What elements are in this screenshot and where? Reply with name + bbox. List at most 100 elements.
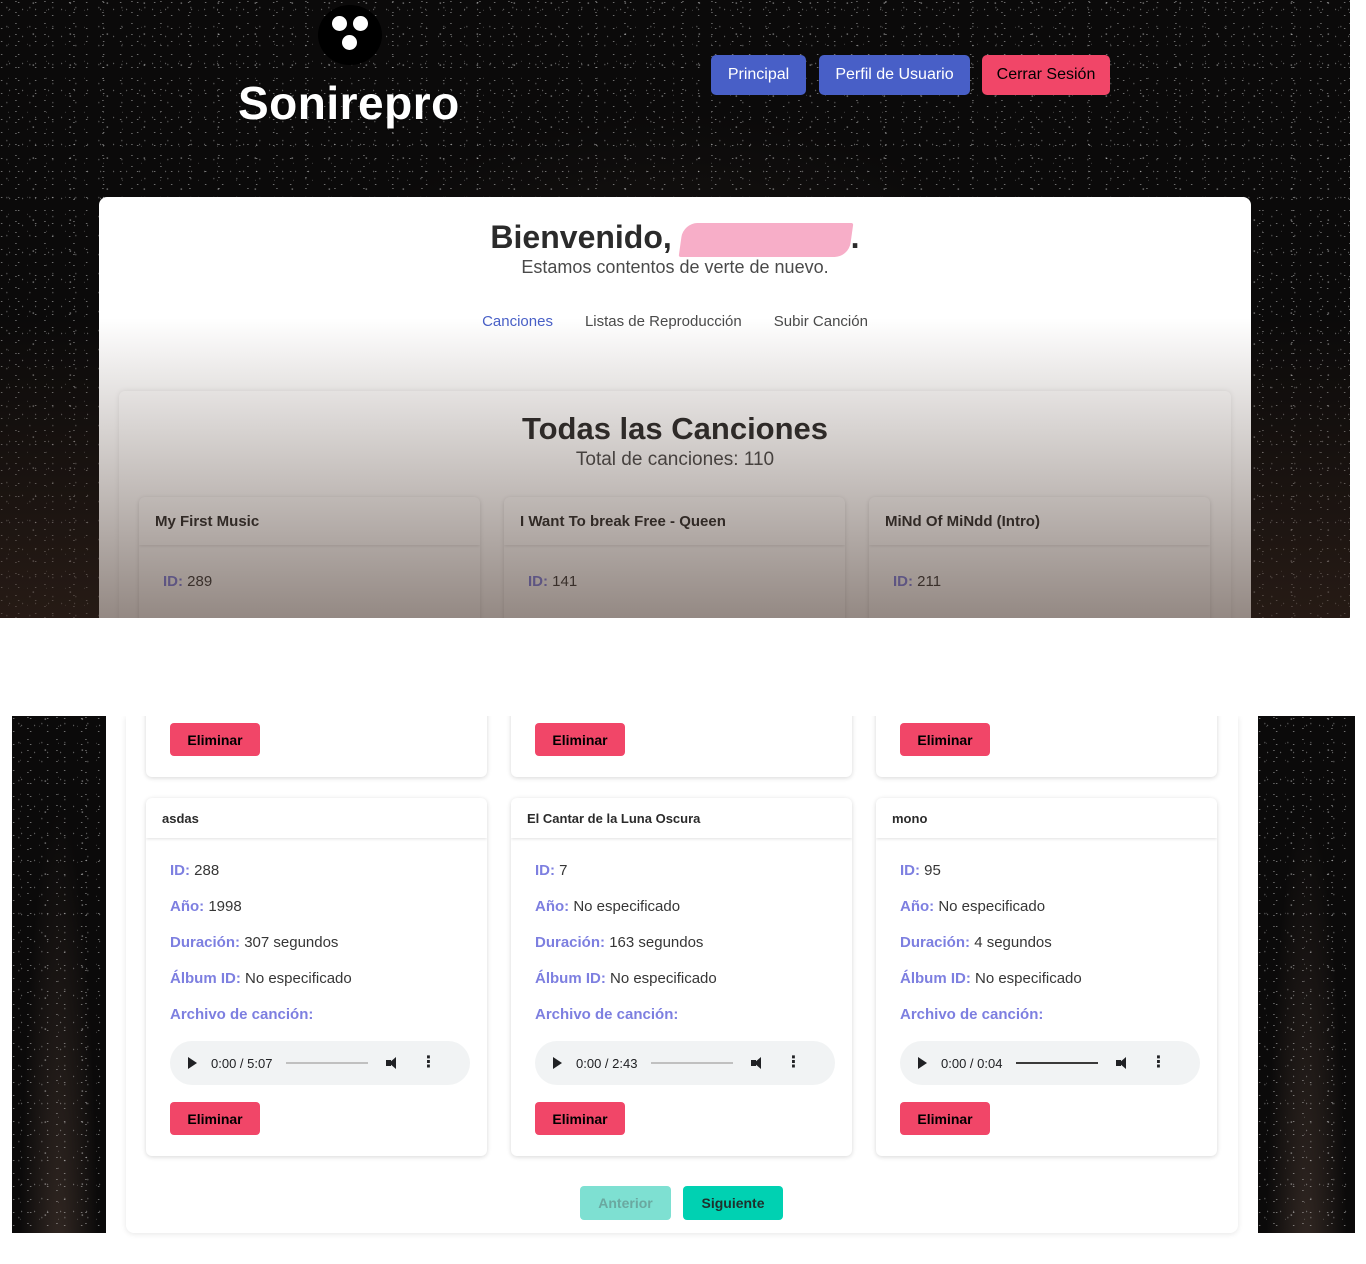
song-card: MiNd Of MiNdd (Intro) ID: 211	[869, 497, 1210, 618]
brand-title: Sonirepro	[238, 77, 460, 129]
songs-title: Todas las Canciones	[521, 411, 829, 446]
delete-button[interactable]: Eliminar	[900, 1102, 990, 1135]
song-duration-field: Duración: 307 segundos	[170, 934, 338, 951]
home-button[interactable]: Principal	[711, 55, 806, 95]
song-id-field: ID: 7	[535, 862, 568, 879]
song-file-field: Archivo de canción:	[900, 1006, 1043, 1023]
audio-player[interactable]: 0:00 / 2:43 ⋮	[535, 1041, 835, 1085]
song-card: mono ID: 95 Año: No especificado Duració…	[876, 798, 1217, 1156]
song-id-field: ID: 95	[900, 862, 941, 879]
welcome-heading: Bienvenido, .	[99, 219, 1251, 257]
song-title: MiNd Of MiNdd (Intro)	[869, 497, 1210, 545]
player-time: 0:00 / 5:07	[211, 1055, 273, 1071]
song-card: My First Music ID: 289	[139, 497, 480, 618]
song-duration-value: 163 segundos	[609, 934, 704, 951]
song-year-field: Año: No especificado	[535, 898, 680, 915]
song-id-field: ID: 211	[893, 573, 941, 590]
tab-upload-song[interactable]: Subir Canción	[758, 313, 884, 330]
duration-label: Duración:	[535, 934, 606, 951]
volume-icon[interactable]	[1116, 1057, 1130, 1069]
song-card: asdas ID: 288 Año: 1998 Duración: 307 se…	[146, 798, 487, 1156]
seek-bar[interactable]	[1016, 1062, 1099, 1064]
album-label: Álbum ID:	[900, 970, 971, 987]
welcome-subtitle: Estamos contentos de verte de nuevo.	[521, 257, 829, 277]
album-label: Álbum ID:	[170, 970, 241, 987]
song-album-value: No especificado	[610, 970, 717, 987]
song-file-field: Archivo de canción:	[170, 1006, 313, 1023]
file-label: Archivo de canción:	[535, 1006, 679, 1023]
side-background-photo-right	[1258, 716, 1355, 1233]
play-icon[interactable]	[188, 1057, 197, 1069]
song-year-field: Año: No especificado	[900, 898, 1045, 915]
id-label: ID:	[900, 862, 920, 879]
logout-button[interactable]: Cerrar Sesión	[982, 55, 1110, 95]
songs-panel: Todas las Canciones Total de canciones: …	[119, 391, 1231, 618]
file-label: Archivo de canción:	[170, 1006, 314, 1023]
id-label: ID:	[528, 573, 548, 590]
song-id-value: 211	[917, 573, 942, 590]
delete-button[interactable]: Eliminar	[535, 1102, 625, 1135]
year-label: Año:	[535, 898, 570, 915]
more-options-icon[interactable]: ⋮	[1150, 1055, 1166, 1071]
id-label: ID:	[163, 573, 183, 590]
seek-bar[interactable]	[286, 1062, 369, 1064]
duration-label: Duración:	[170, 934, 241, 951]
song-year-value: No especificado	[573, 898, 681, 915]
audio-player[interactable]: 0:00 / 5:07 ⋮	[170, 1041, 470, 1085]
more-options-icon[interactable]: ⋮	[785, 1055, 801, 1071]
play-icon[interactable]	[918, 1057, 927, 1069]
song-card: El Cantar de la Luna Oscura ID: 7 Año: N…	[511, 798, 852, 1156]
header-background-photo: Sonirepro Principal Perfil de Usuario Ce…	[0, 0, 1350, 618]
duration-label: Duración:	[900, 934, 971, 951]
welcome-greeting: Bienvenido,	[490, 219, 672, 255]
screen-gap	[0, 618, 1366, 716]
id-label: ID:	[893, 573, 913, 590]
song-year-value: 1998	[208, 898, 242, 915]
song-id-value: 7	[559, 862, 568, 879]
song-title: My First Music	[139, 497, 480, 545]
song-album-field: Álbum ID: No especificado	[900, 970, 1082, 987]
delete-button[interactable]: Eliminar	[170, 1102, 260, 1135]
song-album-field: Álbum ID: No especificado	[535, 970, 717, 987]
song-title: I Want To break Free - Queen	[504, 497, 845, 545]
top-nav: Principal Perfil de Usuario Cerrar Sesió…	[711, 55, 1110, 95]
volume-icon[interactable]	[386, 1057, 400, 1069]
seek-bar[interactable]	[651, 1062, 734, 1064]
song-title: mono	[876, 798, 1217, 838]
delete-button[interactable]: Eliminar	[900, 723, 990, 756]
song-title: El Cantar de la Luna Oscura	[511, 798, 852, 838]
year-label: Año:	[170, 898, 205, 915]
song-duration-value: 4 segundos	[974, 934, 1052, 951]
delete-button[interactable]: Eliminar	[535, 723, 625, 756]
next-page-button[interactable]: Siguiente	[683, 1186, 783, 1220]
song-duration-value: 307 segundos	[244, 934, 339, 951]
song-duration-field: Duración: 4 segundos	[900, 934, 1052, 951]
song-id-field: ID: 288	[170, 862, 219, 879]
song-file-field: Archivo de canción:	[535, 1006, 678, 1023]
song-album-value: No especificado	[245, 970, 352, 987]
song-year-field: Año: 1998	[170, 898, 242, 915]
delete-button[interactable]: Eliminar	[170, 723, 260, 756]
song-card: I Want To break Free - Queen ID: 141	[504, 497, 845, 618]
song-id-field: ID: 141	[528, 573, 577, 590]
song-id-value: 289	[187, 573, 213, 590]
tab-songs[interactable]: Canciones	[466, 313, 569, 330]
songs-total: Total de canciones: 110	[575, 449, 775, 470]
sonirepro-logo-icon	[318, 5, 382, 65]
year-label: Año:	[900, 898, 935, 915]
song-id-value: 141	[552, 573, 578, 590]
more-options-icon[interactable]: ⋮	[420, 1055, 436, 1071]
tab-playlists[interactable]: Listas de Reproducción	[569, 313, 758, 330]
audio-player[interactable]: 0:00 / 0:04 ⋮	[900, 1041, 1200, 1085]
play-icon[interactable]	[553, 1057, 562, 1069]
song-id-value: 288	[194, 862, 220, 879]
song-id-field: ID: 289	[163, 573, 212, 590]
player-time: 0:00 / 0:04	[941, 1055, 1003, 1071]
player-time: 0:00 / 2:43	[576, 1055, 638, 1071]
song-album-field: Álbum ID: No especificado	[170, 970, 352, 987]
file-label: Archivo de canción:	[900, 1006, 1044, 1023]
redacted-username	[678, 222, 854, 257]
volume-icon[interactable]	[751, 1057, 765, 1069]
profile-button[interactable]: Perfil de Usuario	[819, 55, 970, 95]
prev-page-button[interactable]: Anterior	[580, 1186, 671, 1220]
